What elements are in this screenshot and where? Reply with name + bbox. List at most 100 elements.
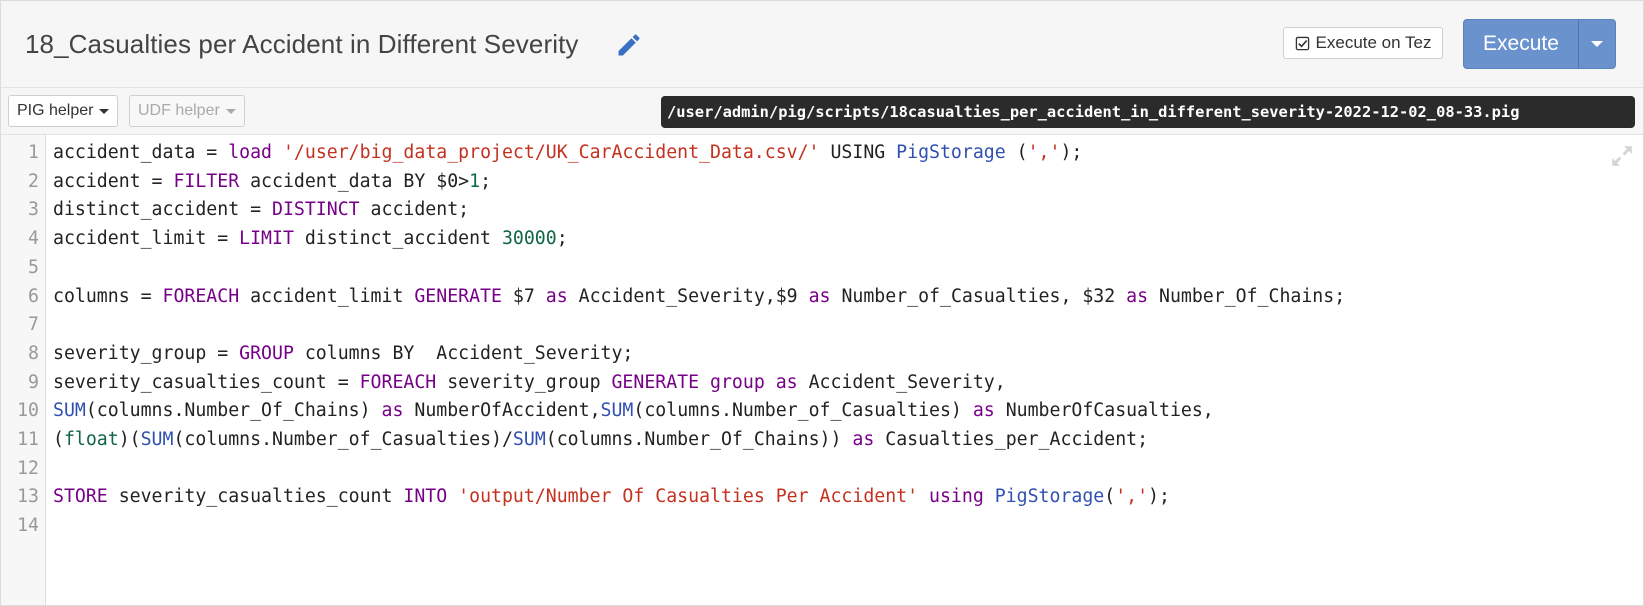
- code-line: 7: [1, 310, 1643, 340]
- checkbox-checked-icon: [1295, 36, 1309, 50]
- line-number: 10: [17, 400, 39, 422]
- code-token: severity_group: [436, 371, 612, 393]
- code-token: (columns.Number_Of_Chains)): [545, 429, 853, 450]
- code-line: 14: [1, 511, 1643, 541]
- code-token: severity_casualties_count: [107, 486, 404, 508]
- code-token: USING: [819, 142, 897, 163]
- code-token: SUM: [512, 429, 546, 450]
- code-token: PigStorage: [896, 142, 1006, 163]
- code-text: (float)(SUM(columns.Number_of_Casualties…: [53, 425, 1148, 455]
- code-token: NumberOfAccident,: [403, 400, 601, 422]
- code-line: 12: [1, 454, 1643, 484]
- code-token: 1: [469, 170, 481, 192]
- code-token: accident_limit: [239, 285, 415, 307]
- line-number: 12: [17, 457, 39, 479]
- code-token: Number_Of_Chains;: [1148, 285, 1346, 307]
- line-number: 3: [28, 199, 39, 221]
- code-line: 6 columns = FOREACH accident_limit GENERA…: [1, 282, 1643, 312]
- code-token: $7: [501, 285, 546, 307]
- line-number: 14: [17, 515, 39, 537]
- line-number: 4: [28, 228, 39, 250]
- code-token: as: [852, 429, 875, 450]
- code-line: 9 severity_casualties_count = FOREACH sev…: [1, 368, 1643, 398]
- line-number: 5: [28, 256, 39, 278]
- code-token: Number_of_Casualties, $32: [830, 285, 1127, 307]
- code-text: STORE severity_casualties_count INTO 'ou…: [53, 482, 1170, 512]
- code-token: SUM: [53, 400, 86, 422]
- code-line: 3 distinct_accident = DISTINCT accident;: [1, 195, 1643, 225]
- execute-options-dropdown[interactable]: [1578, 19, 1616, 69]
- code-line: 13 STORE severity_casualties_count INTO '…: [1, 482, 1643, 512]
- line-number: 6: [28, 285, 39, 307]
- script-path: /user/admin/pig/scripts/18casualties_per…: [661, 96, 1635, 128]
- code-token: INTO: [403, 486, 448, 508]
- code-token: ;: [556, 228, 568, 250]
- code-token: SUM: [140, 429, 174, 450]
- udf-helper-label: UDF helper: [138, 102, 220, 119]
- pencil-icon[interactable]: [615, 31, 643, 59]
- code-line: 5: [1, 253, 1643, 283]
- code-token: ;: [480, 170, 492, 192]
- code-token: GROUP: [239, 342, 294, 364]
- code-token: NumberOfCasualties,: [994, 400, 1214, 422]
- code-token: ',': [1027, 142, 1061, 163]
- udf-helper-dropdown[interactable]: UDF helper: [129, 95, 245, 127]
- code-token: using: [929, 486, 984, 508]
- code-token: FILTER: [173, 170, 240, 192]
- code-line: 4 accident_limit = LIMIT distinct_acciden…: [1, 224, 1643, 254]
- code-text: accident_limit = LIMIT distinct_accident…: [53, 224, 568, 254]
- code-token: STORE: [53, 486, 108, 508]
- code-text: accident_data = load '/user/big_data_pro…: [53, 138, 1082, 168]
- code-token: GENERATE: [611, 371, 700, 393]
- code-token: (: [1005, 142, 1028, 163]
- line-number: 2: [28, 170, 39, 192]
- code-token: SUM: [600, 400, 634, 422]
- code-token: severity_casualties_count =: [53, 371, 360, 393]
- code-text: severity_casualties_count = FOREACH seve…: [53, 368, 1006, 398]
- code-token: accident_limit =: [53, 228, 240, 250]
- code-token: accident;: [359, 199, 470, 221]
- code-token: 'output/Number Of Casualties Per Acciden…: [458, 486, 919, 508]
- code-token: (columns.Number_Of_Chains): [85, 400, 382, 422]
- code-token: as: [808, 285, 831, 307]
- code-token: (: [1104, 486, 1116, 508]
- code-token: (columns.Number_of_Casualties)/: [173, 429, 513, 450]
- chevron-down-icon: [225, 108, 236, 114]
- code-editor[interactable]: 1 accident_data = load '/user/big_data_pr…: [1, 135, 1643, 605]
- chevron-down-icon: [99, 108, 110, 114]
- code-token: ',': [1115, 486, 1149, 508]
- line-number: 1: [28, 142, 39, 163]
- code-token: FOREACH: [162, 285, 240, 307]
- execute-on-tez-toggle[interactable]: Execute on Tez: [1283, 27, 1443, 59]
- code-token: Accident_Severity,: [797, 371, 1006, 393]
- code-token: (columns.Number_of_Casualties): [633, 400, 973, 422]
- execute-on-tez-label: Execute on Tez: [1315, 33, 1432, 52]
- expand-icon[interactable]: [1609, 143, 1635, 169]
- code-token: DISTINCT: [272, 199, 360, 221]
- code-token: Casualties_per_Accident;: [874, 429, 1149, 450]
- code-token: float: [63, 429, 119, 450]
- code-token: (: [53, 429, 64, 450]
- code-text: SUM(columns.Number_Of_Chains) as NumberO…: [53, 396, 1214, 426]
- code-token: severity_group =: [53, 342, 240, 364]
- code-line: 11 (float)(SUM(columns.Number_of_Casualti…: [1, 425, 1643, 455]
- line-number: 7: [28, 314, 39, 336]
- code-token: FOREACH: [359, 371, 437, 393]
- code-token: LIMIT: [239, 228, 294, 250]
- editor-toolbar: PIG helper UDF helper /user/admin/pig/sc…: [1, 88, 1643, 135]
- code-text: distinct_accident = DISTINCT accident;: [53, 195, 469, 225]
- code-token: accident_data BY $0>: [239, 170, 470, 192]
- code-text: severity_group = GROUP columns BY Accide…: [53, 339, 633, 369]
- code-token: as: [972, 400, 995, 422]
- code-token: );: [1060, 142, 1083, 163]
- pig-helper-dropdown[interactable]: PIG helper: [8, 95, 119, 127]
- execute-button[interactable]: Execute: [1463, 19, 1579, 69]
- code-token: as: [1126, 285, 1149, 307]
- code-line: 10 SUM(columns.Number_Of_Chains) as Numbe…: [1, 396, 1643, 426]
- code-token: columns BY Accident_Severity;: [293, 342, 634, 364]
- code-text: accident = FILTER accident_data BY $0>1;: [53, 167, 491, 197]
- line-number: 8: [28, 342, 39, 364]
